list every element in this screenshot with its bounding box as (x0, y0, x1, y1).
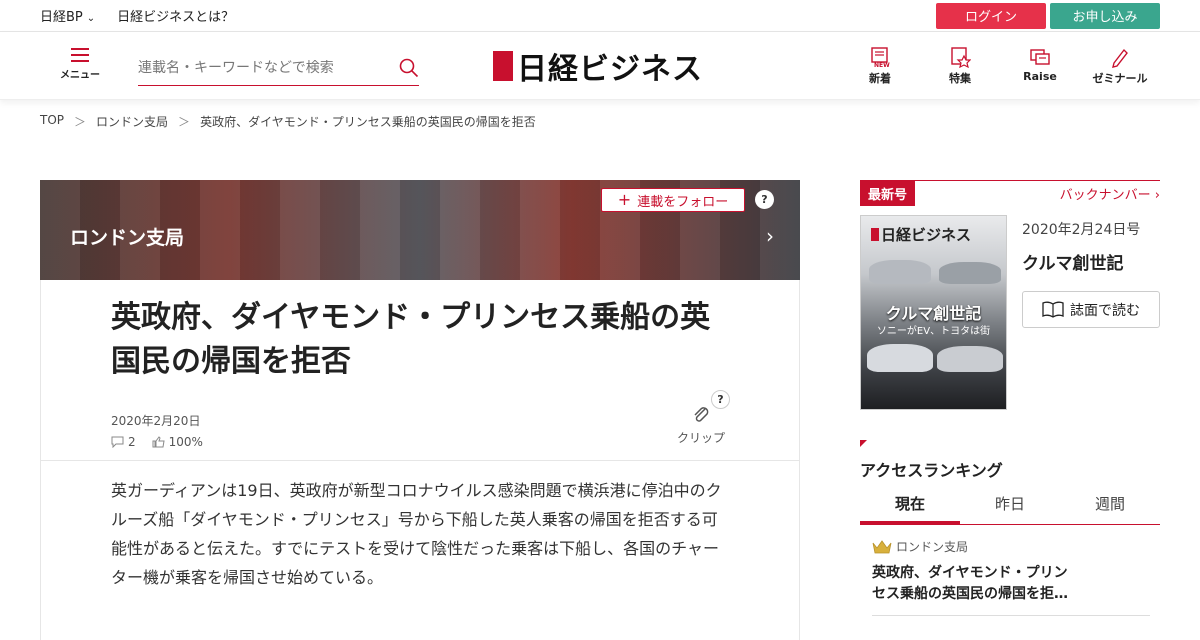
feature-icon (951, 47, 971, 68)
menu-label: メニュー (60, 70, 100, 81)
comment-icon (111, 436, 124, 448)
nav-seminar-label: ゼミナール (1092, 72, 1148, 85)
nav-feature-label: 特集 (949, 72, 971, 85)
chevron-right-icon[interactable]: › (766, 224, 774, 248)
svg-text:NEW: NEW (874, 62, 890, 68)
breadcrumb-series[interactable]: ロンドン支局 (96, 113, 168, 130)
issue-date: 2020年2月24日号 (1022, 222, 1141, 238)
sidebar: 最新号 バックナンバー › 日経ビジネス クルマ創世記 ソニーがEV、トヨタは街… (860, 180, 1160, 616)
issue-title[interactable]: クルマ創世記 (1022, 249, 1124, 274)
latest-issue-badge: 最新号 (860, 181, 916, 206)
login-button[interactable]: ログイン (936, 2, 1046, 29)
article-lead: 英ガーディアンは19日、英政府が新型コロナウイルス感染問題で横浜港に停泊中のクル… (111, 481, 722, 587)
read-label: 誌面で読む (1070, 302, 1140, 319)
latest-issue-header: 最新号 バックナンバー › (860, 180, 1160, 206)
ranking-category-label: ロンドン支局 (896, 540, 969, 554)
cover-car (937, 346, 1003, 372)
clip-button[interactable]: クリップ (671, 404, 731, 446)
nav-new[interactable]: NEW 新着 (840, 46, 920, 86)
breadcrumb-top[interactable]: TOP (40, 113, 64, 130)
breadcrumb-separator: ＞ (178, 115, 191, 129)
breadcrumb-separator: ＞ (74, 115, 87, 129)
new-icon: NEW (871, 47, 890, 68)
cover-subheadline: ソニーがEV、トヨタは街 (876, 326, 991, 337)
latest-issue: 日経ビジネス クルマ創世記 ソニーがEV、トヨタは街 2020年2月24日号 ク… (860, 215, 1160, 410)
divider (41, 460, 799, 461)
hamburger-icon (71, 48, 89, 62)
raise-icon (1030, 49, 1050, 65)
read-issue-button[interactable]: 誌面で読む (1022, 291, 1160, 328)
chevron-down-icon: ⌄ (86, 13, 96, 24)
likes-value: 100% (168, 435, 203, 449)
nav-feature[interactable]: 特集 (920, 46, 1000, 86)
back-numbers-link[interactable]: バックナンバー › (1060, 184, 1160, 203)
ranking-title: アクセスランキング (860, 461, 1003, 480)
nav-seminar[interactable]: ゼミナール (1080, 46, 1160, 86)
pen-icon (1112, 48, 1128, 68)
logo-mark (493, 51, 513, 81)
cover-car (939, 262, 1001, 284)
book-icon (1042, 301, 1064, 318)
ranking-marker (860, 440, 867, 447)
magazine-cover[interactable]: 日経ビジネス クルマ創世記 ソニーがEV、トヨタは街 (860, 215, 1007, 410)
comments-value: 2 (128, 435, 136, 449)
series-name: ロンドン支局 (70, 227, 185, 249)
header-nav: NEW 新着 特集 Raise ゼミナール (840, 46, 1160, 86)
brand-link[interactable]: 日経BP (40, 10, 83, 25)
article-date: 2020年2月20日 (111, 414, 201, 428)
series-banner[interactable]: ロンドン支局 + 連載をフォロー ? › (40, 180, 800, 280)
ranking-category: ロンドン支局 (872, 538, 1150, 555)
likes-rate[interactable]: 100% (152, 435, 203, 449)
thumbs-up-icon (152, 436, 165, 448)
site-header: メニュー 日経ビジネス NEW 新着 特集 (0, 32, 1200, 100)
nikkeibp-menu[interactable]: 日経BP ⌄ (40, 6, 95, 25)
nav-raise[interactable]: Raise (1000, 46, 1080, 86)
cover-logo: 日経ビジネス (871, 224, 971, 245)
nav-raise-label: Raise (1023, 70, 1057, 83)
breadcrumb: TOP ＞ ロンドン支局 ＞ 英政府、ダイヤモンド・プリンセス乗船の英国民の帰国… (40, 113, 536, 130)
about-link[interactable]: 日経ビジネスとは？ (117, 6, 234, 25)
search-icon[interactable] (399, 58, 419, 78)
menu-button[interactable]: メニュー (58, 48, 102, 81)
help-icon[interactable]: ? (755, 190, 774, 209)
ranking-item[interactable]: ロンドン支局 英政府、ダイヤモンド・プリンセス乗船の英国民の帰国を拒… (872, 538, 1150, 616)
paperclip-icon (694, 407, 709, 422)
nav-new-label: 新着 (869, 72, 891, 85)
ranking-tabs: 現在 昨日 週間 (860, 488, 1160, 525)
tab-weekly[interactable]: 週間 (1060, 488, 1160, 524)
apply-button[interactable]: お申し込み (1050, 2, 1160, 29)
chevron-right-icon: › (1154, 188, 1160, 203)
logo-text: 日経ビジネス (517, 52, 703, 87)
follow-series-button[interactable]: + 連載をフォロー (601, 188, 745, 212)
comments-count[interactable]: 2 (111, 435, 136, 449)
site-logo[interactable]: 日経ビジネス (493, 44, 703, 88)
article-meta: 2020年2月20日 2 100% (111, 412, 203, 449)
top-bar: 日経BP ⌄ 日経ビジネスとは？ ログイン お申し込み (0, 0, 1200, 32)
article-title: 英政府、ダイヤモンド・プリンセス乗船の英国民の帰国を拒否 (111, 300, 711, 379)
cover-car (869, 260, 931, 284)
plus-icon: + (617, 190, 632, 209)
clip-label: クリップ (676, 431, 725, 445)
tab-now[interactable]: 現在 (860, 488, 960, 524)
back-numbers-label: バックナンバー (1059, 188, 1151, 203)
follow-label: 連載をフォロー (637, 194, 729, 210)
tab-yesterday[interactable]: 昨日 (960, 488, 1060, 524)
cover-logo-text: 日経ビジネス (881, 226, 972, 244)
ranking-title-text: 英政府、ダイヤモンド・プリンセス乗船の英国民の帰国を拒… (872, 565, 1068, 602)
cover-car (867, 344, 933, 372)
search-input[interactable] (138, 59, 368, 76)
crown-icon (872, 539, 892, 553)
search-box (138, 50, 419, 86)
cover-headline: クルマ創世記 (885, 304, 982, 323)
article-card: 英政府、ダイヤモンド・プリンセス乗船の英国民の帰国を拒否 2020年2月20日 … (40, 280, 800, 640)
breadcrumb-current: 英政府、ダイヤモンド・プリンセス乗船の英国民の帰国を拒否 (200, 115, 536, 129)
